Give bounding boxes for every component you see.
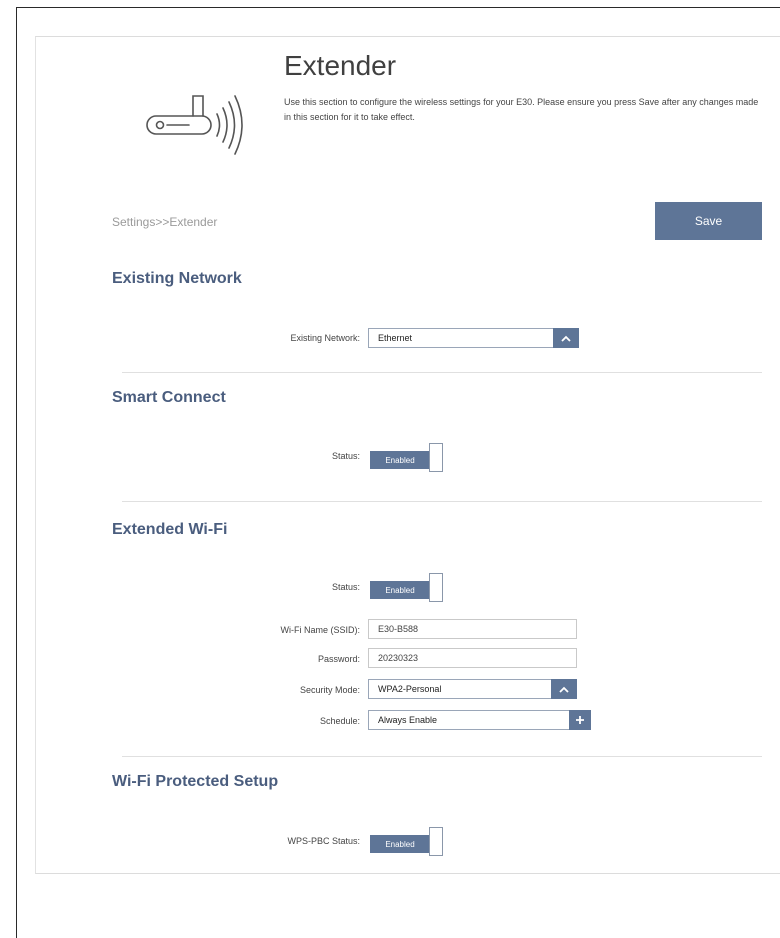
existing-network-value: Ethernet <box>378 333 413 343</box>
schedule-value: Always Enable <box>378 715 438 725</box>
page-title: Extender <box>284 50 397 81</box>
divider <box>122 756 762 757</box>
password-input[interactable]: 20230323 <box>368 648 577 668</box>
ssid-input[interactable]: E30-B588 <box>368 619 577 639</box>
existing-network-select[interactable]: Ethernet <box>368 328 579 348</box>
smart-connect-status-label: Status: <box>331 451 360 461</box>
toggle-state-label: Enabled <box>370 581 430 599</box>
divider <box>122 501 762 502</box>
section-title-smart-connect: Smart Connect <box>112 389 226 406</box>
save-button[interactable]: Save <box>655 202 762 240</box>
password-label: Password: <box>317 654 360 664</box>
chevron-up-icon[interactable] <box>551 679 577 699</box>
section-title-extended-wifi: Extended Wi-Fi <box>112 521 228 538</box>
existing-network-label: Existing Network: <box>290 333 360 343</box>
divider <box>122 372 762 373</box>
toggle-knob[interactable] <box>429 443 443 472</box>
wps-toggle[interactable]: Enabled <box>370 827 446 857</box>
chevron-up-icon[interactable] <box>553 328 579 348</box>
wps-status-label: WPS-PBC Status: <box>287 836 360 846</box>
breadcrumb: Settings>>Extender <box>112 215 218 229</box>
section-title-existing-network: Existing Network <box>112 270 242 287</box>
plus-icon[interactable] <box>569 710 591 730</box>
security-mode-select[interactable]: WPA2-Personal <box>368 679 577 699</box>
toggle-knob[interactable] <box>429 573 443 602</box>
ssid-label: Wi-Fi Name (SSID): <box>280 625 361 635</box>
section-title-wps: Wi-Fi Protected Setup <box>112 773 279 790</box>
toggle-state-label: Enabled <box>370 835 430 853</box>
router-wireless-icon <box>146 95 243 155</box>
schedule-select[interactable]: Always Enable <box>368 710 591 730</box>
extended-wifi-status-label: Status: <box>331 582 360 592</box>
page-description: Use this section to configure the wirele… <box>284 97 759 122</box>
toggle-state-label: Enabled <box>370 451 430 469</box>
extended-wifi-toggle[interactable]: Enabled <box>370 573 446 603</box>
toggle-knob[interactable] <box>429 827 443 856</box>
security-mode-value: WPA2-Personal <box>378 684 442 694</box>
schedule-label: Schedule: <box>319 716 360 726</box>
smart-connect-toggle[interactable]: Enabled <box>370 443 446 473</box>
security-mode-label: Security Mode: <box>299 685 360 695</box>
